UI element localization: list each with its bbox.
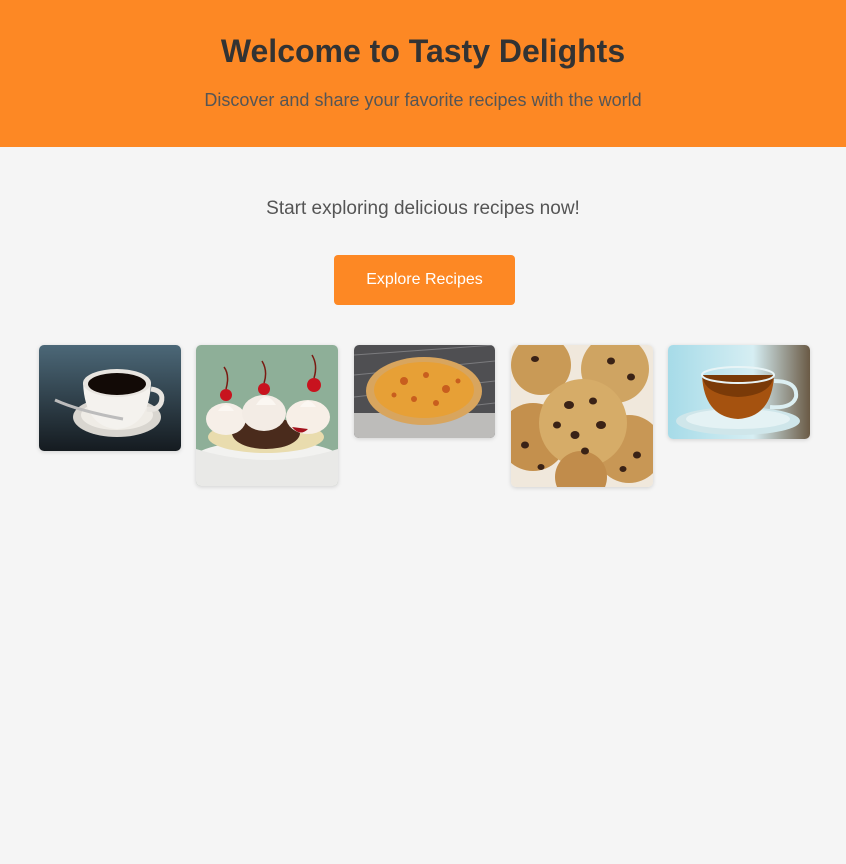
explore-recipes-button[interactable]: Explore Recipes (334, 255, 515, 305)
cookies-image (511, 345, 653, 487)
tagline: Start exploring delicious recipes now! (266, 198, 580, 219)
page-title: Welcome to Tasty Delights (220, 33, 626, 69)
coffee-cup-image (39, 345, 181, 451)
pizza-image (354, 345, 495, 438)
tea-cup-image (668, 345, 810, 439)
site-header: Welcome to Tasty Delights Discover and s… (0, 0, 846, 147)
page-subtitle: Discover and share your favorite recipes… (204, 90, 642, 110)
banana-split-image (196, 345, 338, 486)
